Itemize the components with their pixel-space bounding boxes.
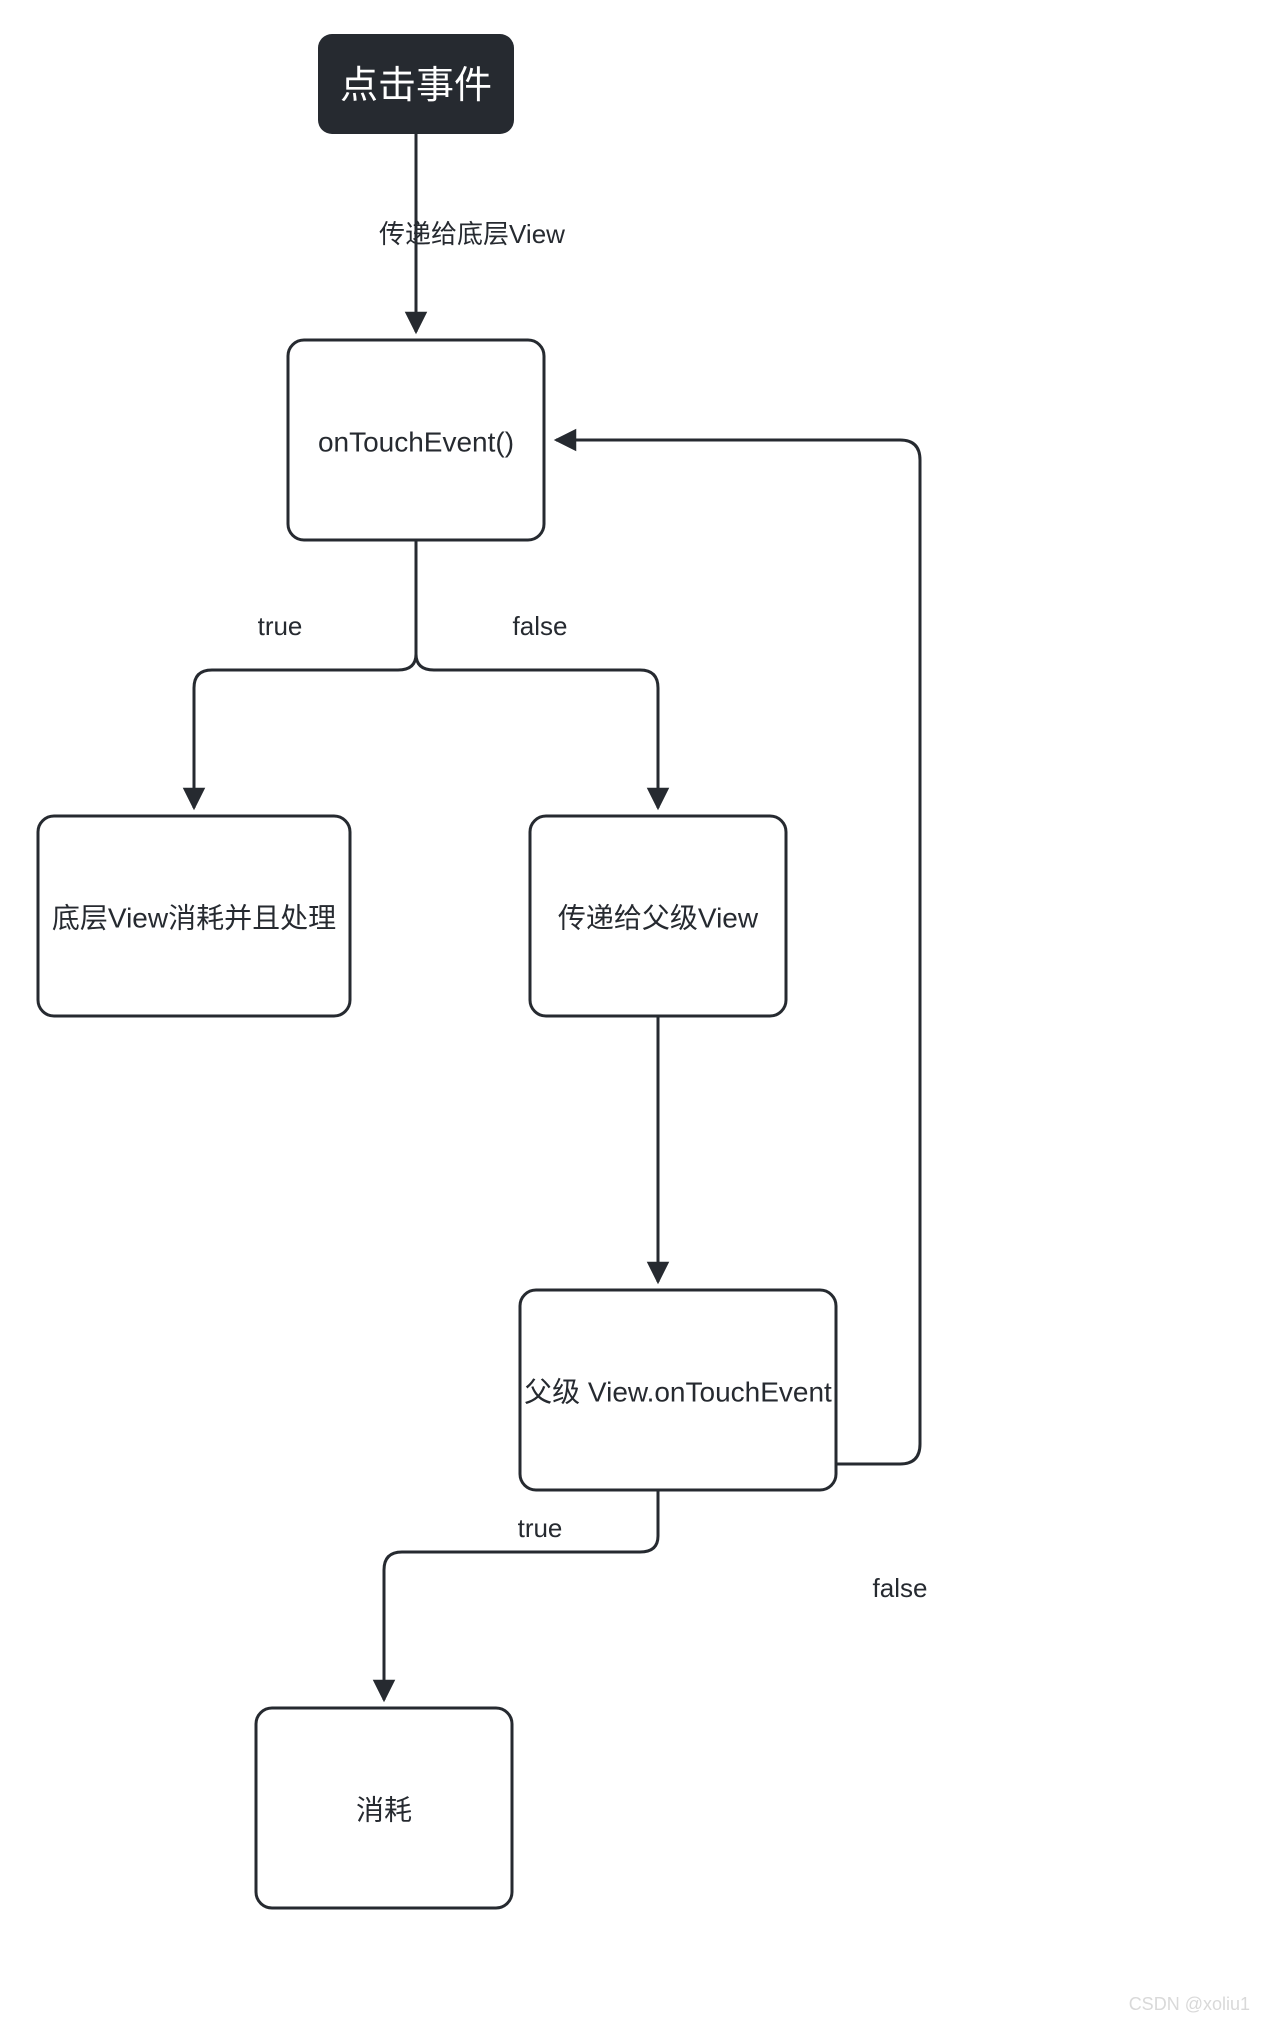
edge-parent-ontouch-branch: true false bbox=[384, 440, 927, 1700]
node-start-label: 点击事件 bbox=[340, 65, 492, 107]
node-consume: 底层View消耗并且处理 bbox=[38, 816, 350, 1016]
node-start: 点击事件 bbox=[318, 34, 514, 134]
node-ontouchevent: onTouchEvent() bbox=[288, 340, 544, 540]
edge-start-to-ontouch: 传递给底层View bbox=[379, 134, 565, 332]
edge-ontouch-branch: true false bbox=[194, 540, 658, 808]
node-to-parent: 传递给父级View bbox=[530, 816, 786, 1016]
node-ontouchevent-label: onTouchEvent() bbox=[318, 426, 514, 457]
node-parent-ontouch: 父级 View.onTouchEvent bbox=[520, 1290, 836, 1490]
watermark: CSDN @xoliu1 bbox=[1129, 1994, 1250, 2014]
edge-label-true2: true bbox=[518, 1513, 563, 1543]
node-consumed-label: 消耗 bbox=[356, 1794, 412, 1825]
node-consumed: 消耗 bbox=[256, 1708, 512, 1908]
edge-label-pass-to-bottom: 传递给底层View bbox=[379, 219, 565, 249]
flowchart-diagram: 点击事件 传递给底层View onTouchEvent() true false… bbox=[0, 0, 1276, 2032]
edge-label-true: true bbox=[258, 611, 303, 641]
edge-label-false2: false bbox=[873, 1573, 928, 1603]
node-consume-label: 底层View消耗并且处理 bbox=[52, 902, 336, 933]
edge-label-false: false bbox=[513, 611, 568, 641]
node-parent-ontouch-label: 父级 View.onTouchEvent bbox=[524, 1376, 832, 1407]
node-to-parent-label: 传递给父级View bbox=[558, 902, 759, 933]
